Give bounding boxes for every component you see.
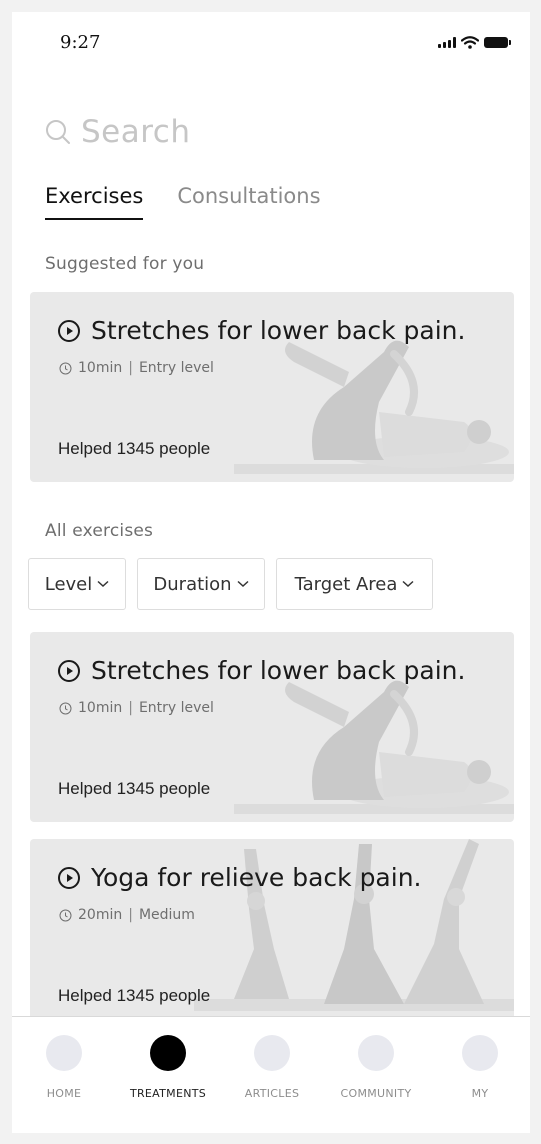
nav-item-articles[interactable]: ARTICLES: [220, 1035, 324, 1100]
home-icon: [46, 1035, 82, 1071]
nav-item-my[interactable]: MY: [428, 1035, 530, 1100]
meta-separator: |: [128, 360, 133, 376]
nav-item-community[interactable]: COMMUNITY: [324, 1035, 428, 1100]
nav-label: ARTICLES: [244, 1087, 300, 1100]
card-title: Stretches for lower back pain.: [57, 316, 465, 345]
card-helped-count: Helped 1345 people: [58, 986, 211, 1005]
search-input[interactable]: Search: [45, 114, 191, 150]
card-level: Entry level: [138, 360, 214, 376]
status-icons: [438, 36, 511, 49]
suggested-exercise-card[interactable]: Stretches for lower back pain. 10min | E…: [30, 292, 514, 482]
nav-item-home[interactable]: HOME: [12, 1035, 116, 1100]
card-duration: 20min: [78, 907, 123, 923]
treatments-icon: [150, 1035, 186, 1071]
filter-target-area[interactable]: Target Area: [276, 558, 433, 610]
play-icon: [58, 659, 80, 682]
filter-duration[interactable]: Duration: [137, 558, 265, 610]
community-icon: [358, 1035, 394, 1071]
tab-consultations[interactable]: Consultations: [177, 184, 320, 220]
search-placeholder: Search: [81, 114, 191, 150]
card-meta: 10min | Entry level: [59, 700, 214, 716]
clock-icon: [59, 702, 72, 714]
card-title-text: Stretches for lower back pain.: [91, 656, 466, 685]
suggested-heading: Suggested for you: [45, 254, 205, 274]
filter-bar: Level Duration Target Area: [28, 558, 433, 610]
exercise-card[interactable]: Stretches for lower back pain. 10min | E…: [30, 632, 514, 822]
chevron-down-icon: [402, 580, 414, 588]
clock-icon: [59, 362, 72, 374]
card-duration: 10min: [78, 700, 123, 716]
meta-separator: |: [128, 907, 133, 923]
profile-icon: [462, 1035, 498, 1071]
card-helped-count: Helped 1345 people: [58, 439, 211, 458]
chevron-down-icon: [97, 580, 109, 588]
articles-icon: [254, 1035, 290, 1071]
card-title-text: Yoga for relieve back pain.: [91, 863, 422, 892]
card-title: Yoga for relieve back pain.: [57, 863, 422, 892]
card-level: Entry level: [138, 700, 214, 716]
tab-exercises[interactable]: Exercises: [45, 184, 144, 220]
play-icon: [58, 866, 80, 889]
app-screen: 9:27 Search Exercises Consultations Sugg…: [12, 12, 530, 1133]
card-helped-count: Helped 1345 people: [58, 779, 211, 798]
signal-icon: [438, 37, 456, 48]
search-icon: [46, 120, 70, 144]
battery-icon: [484, 37, 511, 48]
play-icon: [58, 319, 80, 342]
meta-separator: |: [128, 700, 133, 716]
filter-level[interactable]: Level: [28, 558, 126, 610]
clock-icon: [59, 909, 72, 921]
status-time: 9:27: [60, 32, 101, 53]
card-meta: 20min | Medium: [59, 907, 195, 923]
card-meta: 10min | Entry level: [59, 360, 214, 376]
card-duration: 10min: [78, 360, 123, 376]
exercise-card[interactable]: Yoga for relieve back pain. 20min | Medi…: [30, 839, 514, 1029]
bottom-nav: HOME TREATMENTS ARTICLES COMMUNITY MY: [12, 1016, 530, 1133]
filter-label: Duration: [153, 573, 232, 595]
nav-label: MY: [471, 1087, 489, 1100]
chevron-down-icon: [237, 580, 249, 588]
tab-bar: Exercises Consultations: [45, 184, 321, 220]
wifi-icon: [461, 36, 479, 49]
card-title-text: Stretches for lower back pain.: [91, 316, 466, 345]
nav-label: COMMUNITY: [340, 1087, 412, 1100]
all-exercises-heading: All exercises: [45, 521, 154, 541]
card-title: Stretches for lower back pain.: [57, 656, 465, 685]
nav-item-treatments[interactable]: TREATMENTS: [116, 1035, 220, 1100]
filter-label: Level: [44, 573, 93, 595]
filter-label: Target Area: [294, 573, 398, 595]
card-level: Medium: [138, 907, 195, 923]
nav-label: HOME: [46, 1087, 82, 1100]
nav-label: TREATMENTS: [129, 1087, 207, 1100]
